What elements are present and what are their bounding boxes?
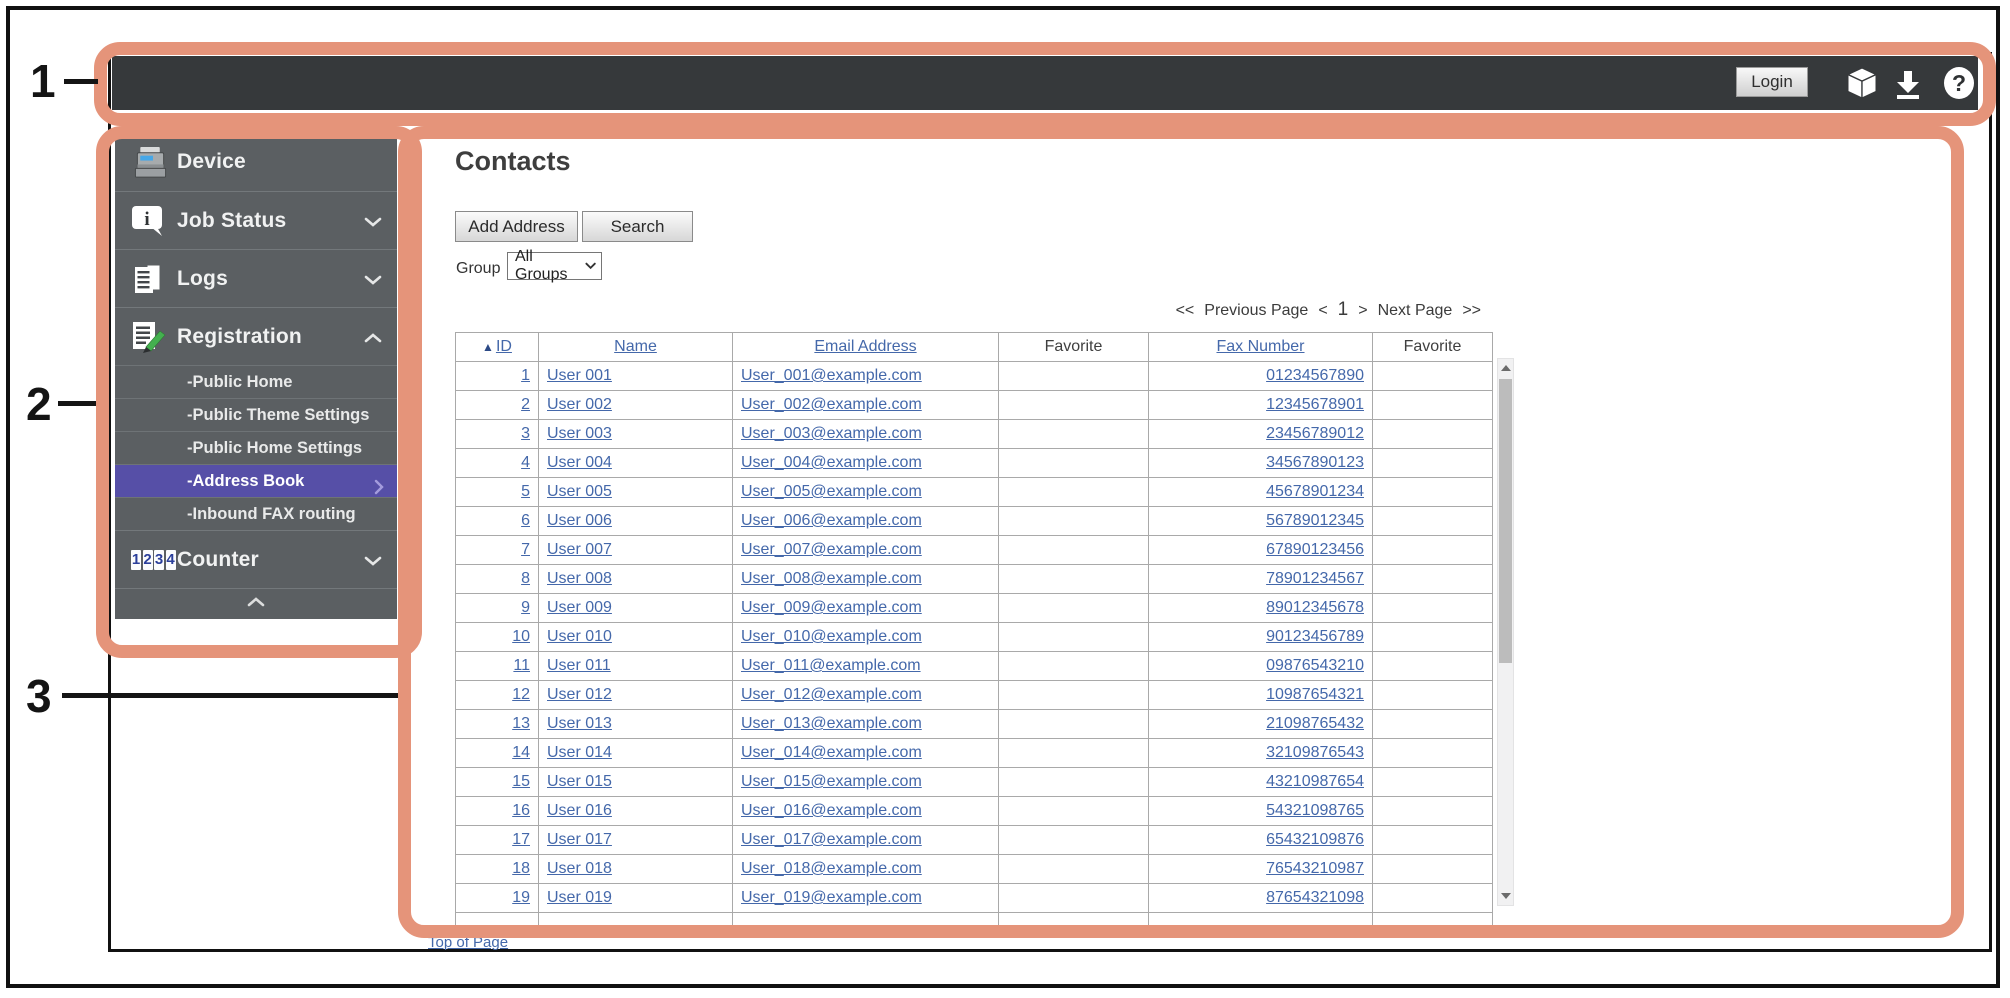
figure-border <box>6 6 2000 988</box>
figure-canvas: Login ? Devi <box>0 0 2010 998</box>
